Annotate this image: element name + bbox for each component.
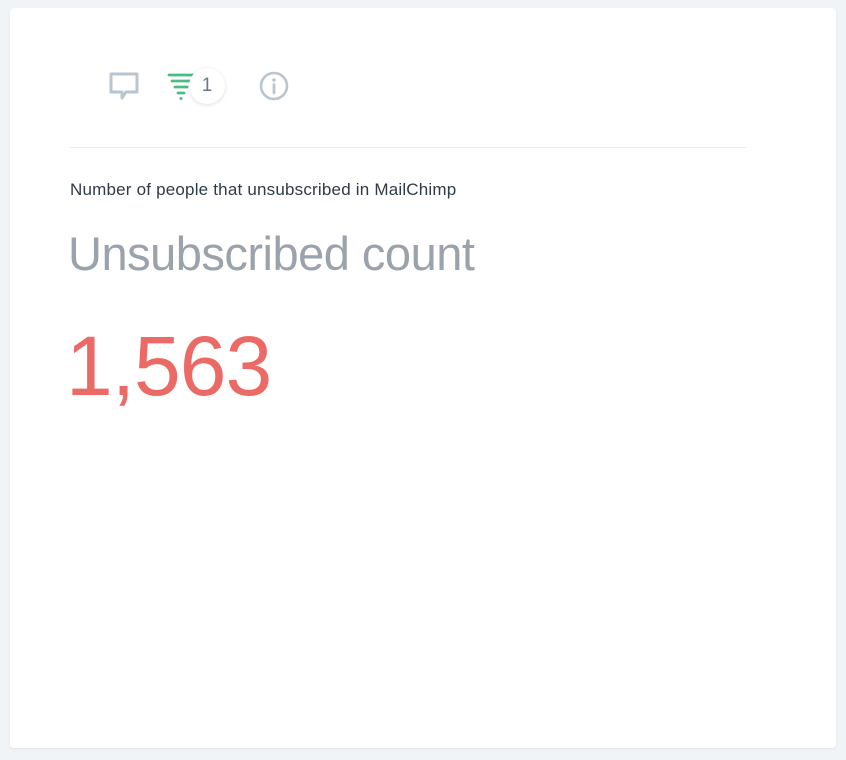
comment-icon — [109, 72, 139, 100]
filter-button[interactable]: 1 — [165, 68, 235, 104]
widget-toolbar: 1 — [70, 8, 746, 148]
widget-title: Unsubscribed count — [68, 227, 475, 280]
metric-value: 1,563 — [66, 319, 272, 413]
info-button[interactable] — [258, 70, 290, 102]
filter-count-badge: 1 — [189, 68, 225, 104]
widget-description: Number of people that unsubscribed in Ma… — [70, 180, 457, 199]
info-icon — [259, 71, 289, 101]
widget-card: 1 Number of people that unsubscribed in … — [10, 8, 836, 748]
comment-button[interactable] — [108, 70, 140, 102]
